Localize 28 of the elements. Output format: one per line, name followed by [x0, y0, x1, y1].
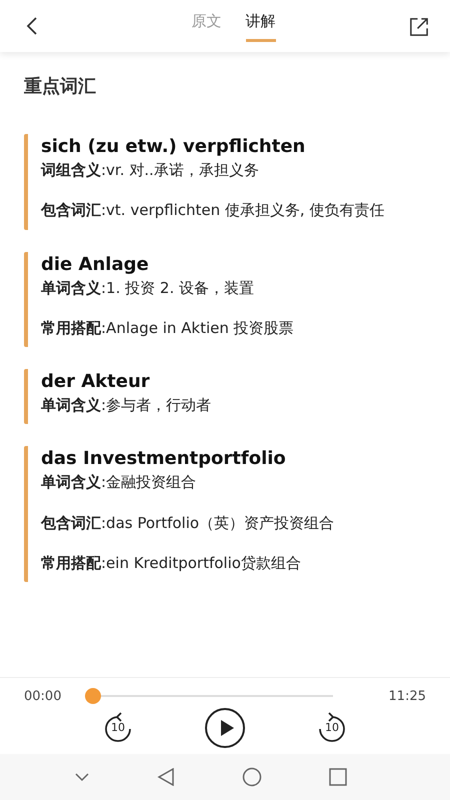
definition-text: 常用搭配:ein Kreditportfolio贷款组合: [41, 552, 302, 574]
vocabulary-term: sich (zu etw.) verpflichten: [41, 136, 306, 157]
tab[interactable]: 讲解: [246, 10, 276, 42]
definition-text: 词组含义:vr. 对..承诺，承担义务: [41, 160, 260, 181]
forward-button[interactable]: 10: [315, 711, 349, 745]
definition-text: 包含词汇:das Portfolio（英）资产投资组合: [41, 512, 336, 534]
progress-slider[interactable]: [85, 688, 333, 704]
definition-text: 包含词汇:vt. verpflichten 使承担义务, 使负有责任: [41, 200, 386, 222]
definition-text: 单词含义:金融投资组合: [41, 472, 198, 494]
total-time: 11:25: [388, 688, 426, 704]
vocabulary-term: das Investmentportfolio: [41, 448, 287, 470]
elapsed-time: 00:00: [24, 688, 62, 704]
back-icon[interactable]: [26, 17, 38, 35]
share-icon[interactable]: [409, 16, 430, 36]
vocabulary-term: die Anlage: [41, 254, 150, 274]
chevron-down-icon[interactable]: [74, 772, 90, 782]
definition-text: 单词含义:1. 投资 2. 设备，装置: [41, 278, 255, 298]
rewind-button[interactable]: 10: [101, 711, 135, 745]
vocabulary-term: der Akteur: [41, 371, 151, 392]
play-icon: [220, 720, 234, 736]
play-button[interactable]: [205, 708, 245, 748]
definition-text: 单词含义:参与者，行动者: [41, 395, 212, 416]
section-title: 重点词汇: [24, 75, 97, 98]
definition-text: 常用搭配:Anlage in Aktien 投资股票: [41, 318, 295, 339]
back-triangle-icon[interactable]: [156, 768, 174, 786]
home-circle-icon[interactable]: [242, 767, 262, 787]
slider-thumb[interactable]: [85, 688, 102, 704]
recents-square-icon[interactable]: [328, 768, 346, 786]
